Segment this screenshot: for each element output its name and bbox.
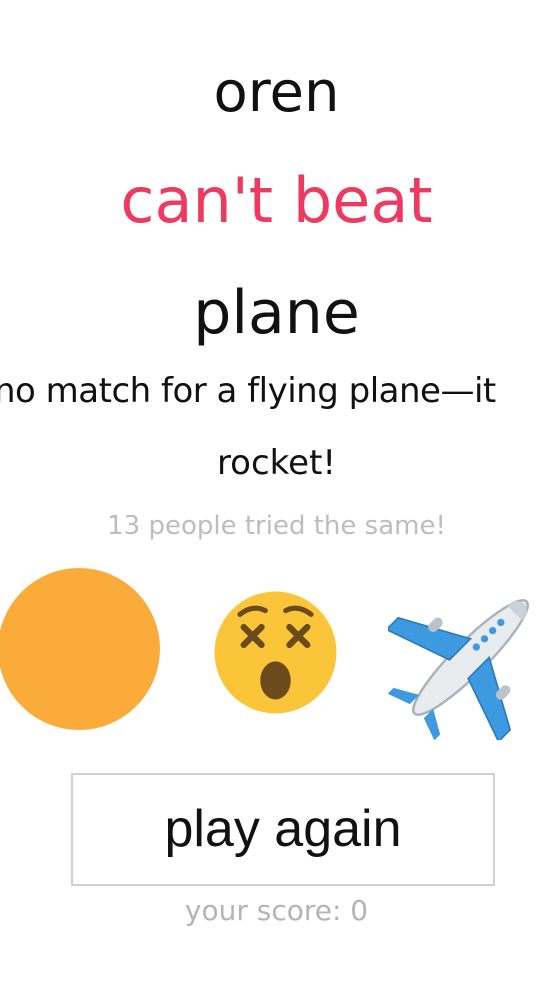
play-again-button[interactable]: play again — [71, 773, 495, 886]
player-word: oren — [213, 60, 340, 125]
verdict-text: can't beat — [120, 164, 433, 237]
airplane-icon — [388, 599, 529, 740]
reason-text-line1: no match for a flying plane—it — [0, 371, 496, 411]
reason-text-line2: rocket! — [216, 443, 337, 483]
score-text: your score: 0 — [184, 894, 369, 927]
opponent-word: plane — [193, 278, 360, 348]
tried-count-text: 13 people tried the same! — [107, 511, 446, 541]
dizzy-face-icon — [214, 591, 337, 714]
orange-circle-icon — [0, 568, 160, 730]
